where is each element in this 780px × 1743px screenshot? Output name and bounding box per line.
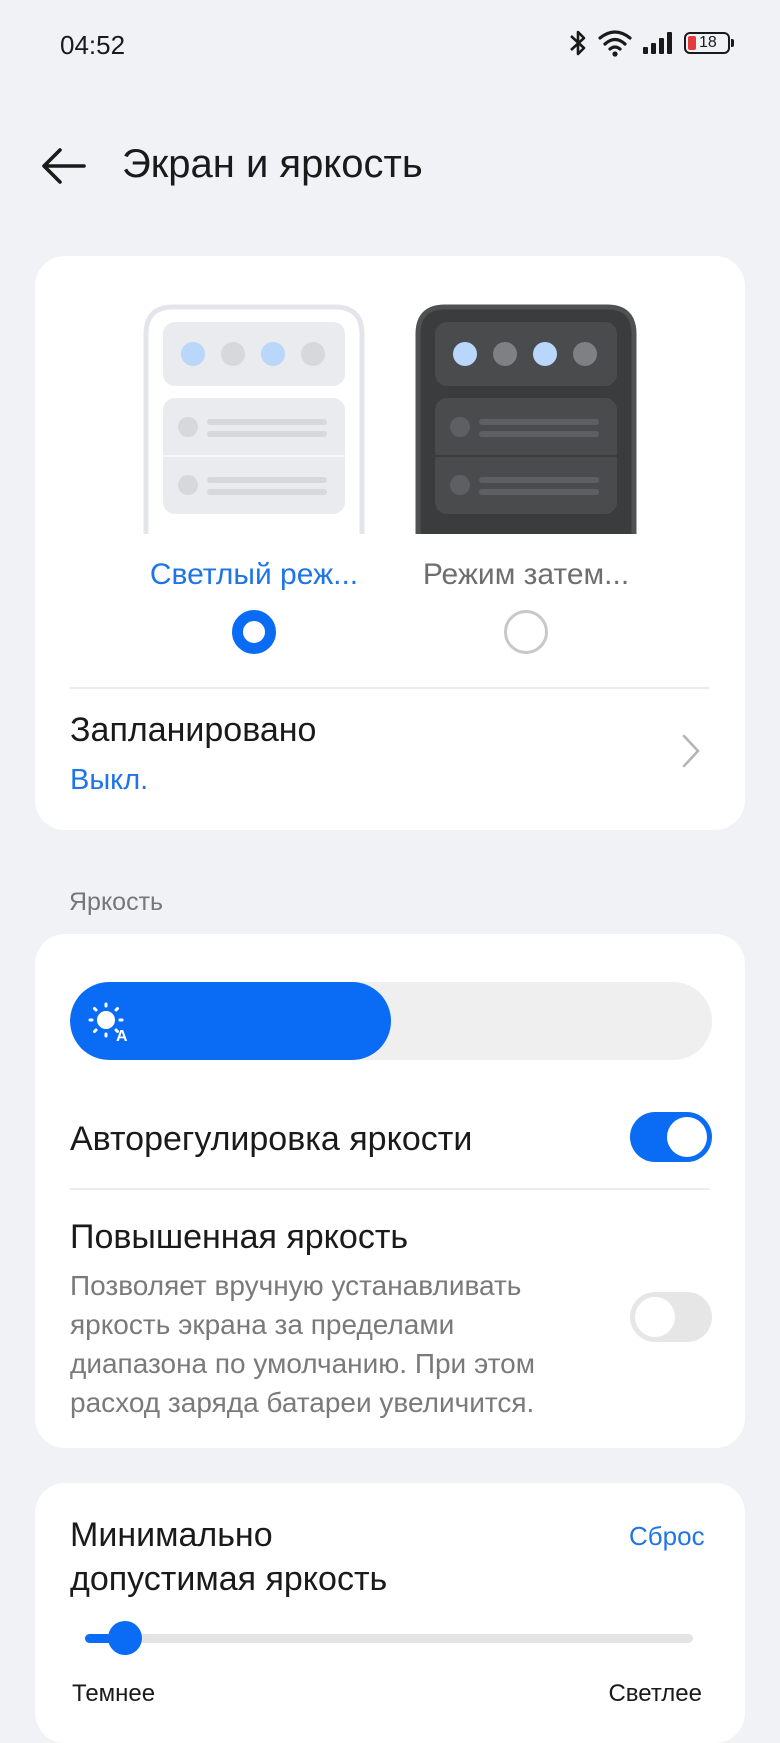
dark-mode-radio[interactable] (504, 610, 548, 654)
signal-icon (643, 32, 672, 54)
min-brightness-slider[interactable] (85, 1621, 693, 1655)
battery-level: 18 (699, 34, 717, 51)
title-line: Минимально (70, 1516, 273, 1554)
divider (70, 1188, 710, 1190)
brightness-section-label: Яркость (69, 888, 164, 916)
scheduled-value: Выкл. (70, 764, 149, 796)
dark-mode-preview[interactable] (415, 304, 637, 534)
chevron-right-icon (682, 734, 700, 768)
darker-label: Темнее (72, 1680, 156, 1707)
brightness-card: A Авторегулировка яркости Повышенная ярк… (35, 934, 745, 1448)
desc-line: яркость экрана за пределами (70, 1309, 455, 1340)
page-title: Экран и яркость (122, 142, 423, 186)
svg-text:A: A (116, 1028, 128, 1042)
auto-brightness-icon: A (88, 1002, 128, 1042)
desc-line: Позволяет вручную устанавливать (70, 1270, 522, 1301)
min-brightness-thumb[interactable] (107, 1621, 142, 1655)
reset-button[interactable]: Сброс (629, 1521, 705, 1552)
status-time: 04:52 (60, 30, 126, 60)
min-brightness-card: Минимально допустимая яркость Сброс Темн… (35, 1483, 745, 1743)
brightness-slider[interactable]: A (70, 982, 712, 1060)
theme-card: Светлый реж... Режим затем... Запланиров… (35, 256, 745, 830)
scheduled-title: Запланировано (70, 711, 317, 749)
auto-brightness-label: Авторегулировка яркости (70, 1120, 473, 1158)
dark-mode-label[interactable]: Режим затем... (396, 558, 656, 592)
lighter-label: Светлее (608, 1680, 702, 1707)
desc-line: расход заряда батареи увеличится. (70, 1387, 535, 1418)
auto-brightness-toggle[interactable] (630, 1112, 712, 1162)
light-mode-radio[interactable] (232, 610, 276, 654)
status-icons: 18 (568, 28, 734, 58)
min-brightness-title: Минимально допустимая яркость (70, 1513, 387, 1601)
bluetooth-icon (570, 30, 586, 56)
boost-brightness-toggle[interactable] (630, 1292, 712, 1342)
boost-brightness-description: Позволяет вручную устанавливать яркость … (70, 1266, 600, 1422)
light-mode-preview[interactable] (143, 304, 365, 534)
wifi-icon (598, 30, 632, 57)
boost-brightness-title: Повышенная яркость (70, 1218, 409, 1256)
light-mode-label[interactable]: Светлый реж... (124, 558, 384, 592)
battery-icon: 18 (684, 32, 734, 54)
title-line: допустимая яркость (70, 1560, 388, 1598)
desc-line: диапазона по умолчанию. При этом (70, 1348, 535, 1379)
scheduled-row[interactable]: Запланировано Выкл. (35, 689, 745, 830)
back-arrow-icon[interactable] (40, 146, 86, 186)
